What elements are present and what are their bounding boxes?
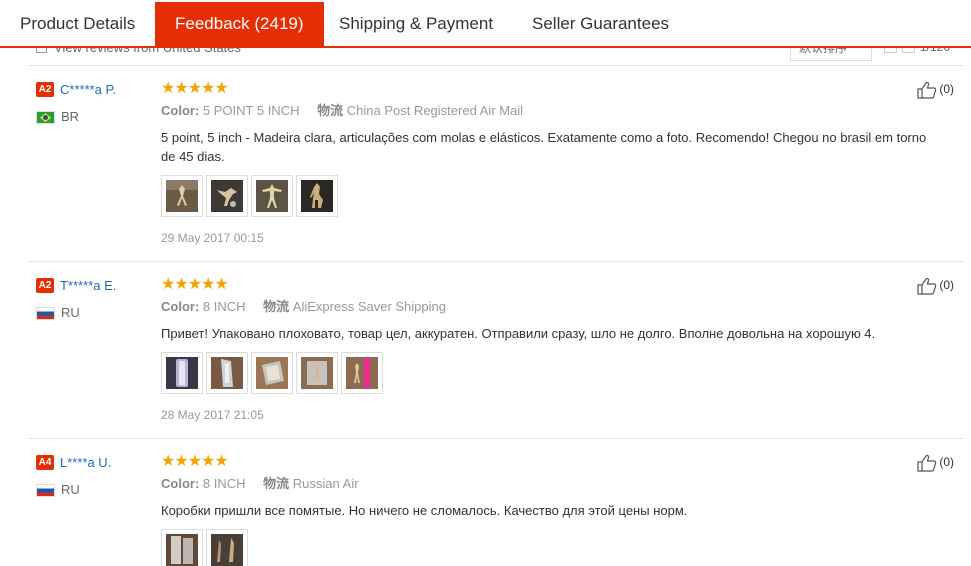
review-meta: Color: 8 INCH 物流 Russian Air [161, 475, 941, 493]
russia-flag-icon [36, 484, 55, 498]
review-content: ★★★★★ Color: 8 INCH 物流 Russian Air Короб… [161, 453, 941, 566]
color-value: 8 INCH [202, 299, 246, 314]
review-date: 28 May 2017 21:05 [161, 408, 264, 422]
color-value: 5 POINT 5 INCH [202, 103, 300, 118]
reviewer-country: BR [36, 109, 156, 125]
review-meta: Color: 8 INCH 物流 AliExpress Saver Shippi… [161, 298, 941, 316]
helpful-count: (0) [939, 455, 954, 470]
tab-product-details[interactable]: Product Details [0, 2, 155, 46]
reviewer-country: RU [36, 305, 156, 321]
brazil-flag-icon [36, 111, 55, 125]
review-photo-thumbnail[interactable] [206, 175, 248, 217]
review-photos [161, 352, 941, 396]
tab-shipping-payment[interactable]: Shipping & Payment [319, 2, 513, 46]
logistics-value: Russian Air [292, 476, 359, 491]
color-key: Color: [161, 299, 200, 314]
logistics-key: 物流 [317, 103, 344, 118]
review-item: A2 C*****a P. BR ★★★★★ Color: 5 POINT 5 I… [28, 66, 964, 262]
buyer-level-badge: A2 [36, 278, 54, 294]
color-key: Color: [161, 103, 200, 118]
star-rating: ★★★★★ [161, 276, 229, 293]
review-photo-thumbnail[interactable] [251, 352, 293, 394]
review-date: 29 May 2017 00:15 [161, 231, 264, 245]
review-photo-thumbnail[interactable] [251, 175, 293, 217]
helpful-count: (0) [939, 278, 954, 293]
review-photo-thumbnail[interactable] [296, 352, 338, 394]
logistics-value: China Post Registered Air Mail [346, 103, 524, 118]
country-code: BR [61, 109, 80, 124]
review-content: ★★★★★ Color: 5 POINT 5 INCH 物流 China Pos… [161, 80, 941, 245]
helpful-count: (0) [939, 82, 954, 97]
review-photo-thumbnail[interactable] [296, 175, 338, 217]
review-text: Привет! Упаковано плоховато, товар цел, … [161, 326, 876, 341]
review-photo-thumbnail[interactable] [161, 529, 203, 566]
review-photos [161, 175, 941, 219]
review-photo-thumbnail[interactable] [161, 352, 203, 394]
thumbs-up-icon [917, 277, 937, 295]
review-photos [161, 529, 941, 566]
review-meta: Color: 5 POINT 5 INCH 物流 China Post Regi… [161, 102, 941, 120]
reviewer-name[interactable]: T*****a E. [60, 278, 116, 293]
review-content: ★★★★★ Color: 8 INCH 物流 AliExpress Saver … [161, 276, 941, 422]
helpful-button[interactable]: (0) [917, 277, 954, 295]
review-photo-thumbnail[interactable] [341, 352, 383, 394]
reviewer-name[interactable]: L****a U. [60, 455, 111, 470]
tab-seller-guarantees[interactable]: Seller Guarantees [512, 2, 689, 46]
reviewer-country: RU [36, 482, 156, 498]
buyer-level-badge: A4 [36, 455, 54, 471]
review-photo-thumbnail[interactable] [206, 352, 248, 394]
thumbs-up-icon [917, 454, 937, 472]
logistics-value: AliExpress Saver Shipping [292, 299, 446, 314]
buyer-level-badge: A2 [36, 82, 54, 98]
reviewer-info: A4 L****a U. RU [36, 454, 156, 498]
reviewer-name[interactable]: C*****a P. [60, 82, 116, 97]
review-text: 5 point, 5 inch - Madeira clara, articul… [161, 130, 927, 164]
star-rating: ★★★★★ [161, 453, 229, 470]
reviewer-info: A2 T*****a E. RU [36, 277, 156, 321]
helpful-button[interactable]: (0) [917, 454, 954, 472]
tab-feedback[interactable]: Feedback (2419) [155, 2, 324, 48]
color-key: Color: [161, 476, 200, 491]
color-value: 8 INCH [202, 476, 246, 491]
helpful-button[interactable]: (0) [917, 81, 954, 99]
review-photo-thumbnail[interactable] [161, 175, 203, 217]
review-item: A2 T*****a E. RU ★★★★★ Color: 8 INCH 物流 A… [28, 262, 964, 439]
reviewer-info: A2 C*****a P. BR [36, 81, 156, 125]
logistics-key: 物流 [263, 299, 290, 314]
country-code: RU [61, 305, 80, 320]
russia-flag-icon [36, 307, 55, 321]
review-item: A4 L****a U. RU ★★★★★ Color: 8 INCH 物流 Ru… [28, 439, 964, 566]
star-rating: ★★★★★ [161, 80, 229, 97]
logistics-key: 物流 [263, 476, 290, 491]
review-photo-thumbnail[interactable] [206, 529, 248, 566]
detail-tabs: Product Details Feedback (2419) Shipping… [0, 0, 971, 48]
review-text: Коробки пришли все помятые. Но ничего не… [161, 503, 688, 518]
thumbs-up-icon [917, 81, 937, 99]
country-code: RU [61, 482, 80, 497]
